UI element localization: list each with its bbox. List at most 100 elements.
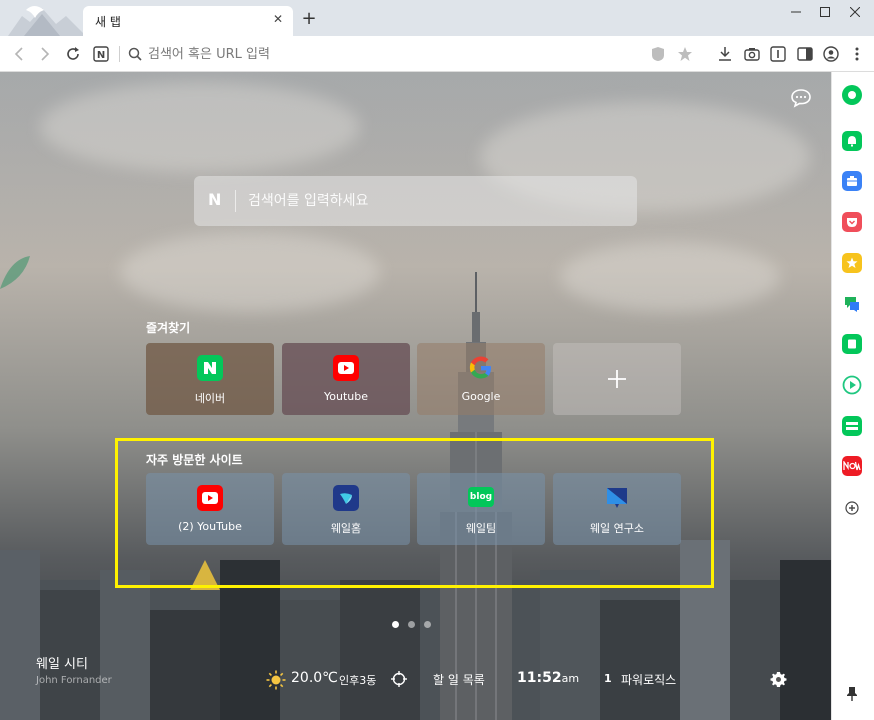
favorite-tile-youtube[interactable]: Youtube [282,343,410,415]
tab-new-tab[interactable]: 새 탭 ✕ [83,6,293,36]
address-toolbar: N [0,36,874,72]
sidebar-item-translate[interactable] [842,294,862,314]
page-dot[interactable] [408,621,415,628]
naver-icon [197,355,223,381]
papago-icon [845,297,859,312]
sidebar-add-button[interactable] [842,498,862,518]
whale-icon [333,485,359,511]
svg-text:N: N [97,50,105,61]
sidebar-item-favorites[interactable] [842,253,862,273]
frequent-tile-whale-home[interactable]: 웨일홈 [282,473,410,545]
favorite-tile-google[interactable]: Google [417,343,545,415]
stock-name[interactable]: 파워로직스 [621,671,676,688]
now-icon [843,461,861,471]
photo-author: John Fornander [36,675,112,686]
youtube-icon [333,355,359,381]
circle-icon [848,91,856,99]
maximize-button[interactable] [812,4,838,22]
capture-button[interactable] [741,43,763,65]
minimize-icon [791,11,801,13]
search-input[interactable] [248,189,618,213]
split-view-icon [797,47,813,61]
favorites-title: 즐겨찾기 [146,321,191,335]
blog-icon: blog [468,487,494,507]
frequent-tile-whale-lab[interactable]: 웨일 연구소 [553,473,681,545]
sidebar-item-notifications[interactable] [842,131,862,151]
chat-bubble-icon[interactable] [790,88,812,108]
google-icon [468,355,494,381]
download-icon [719,47,731,61]
pin-icon [847,687,857,701]
forward-button[interactable] [34,43,56,65]
memo-icon [848,339,856,349]
naver-button[interactable]: N [90,43,112,65]
youtube-icon [197,485,223,511]
todo-list-button[interactable]: 할 일 목록 [433,671,485,688]
profile-button[interactable] [820,43,842,65]
profile-icon [823,46,839,62]
new-tab-button[interactable]: + [298,8,320,30]
close-window-button[interactable] [842,4,868,22]
favorite-tile-naver[interactable]: 네이버 [146,343,274,415]
camera-icon [744,48,760,61]
reader-mode-icon [770,46,786,62]
background-cloud [560,242,780,312]
naver-logo-icon: N [208,190,222,209]
frequent-tile-whale-team[interactable]: blog 웨일팀 [417,473,545,545]
whale-logo-icon [8,6,86,36]
search-divider [235,190,236,212]
gear-icon[interactable] [770,671,787,688]
sidebar-pin-button[interactable] [842,684,862,704]
toolbar-divider [119,46,120,62]
star-icon [678,47,692,61]
minimize-button[interactable] [783,4,809,22]
shield-button[interactable] [647,43,669,65]
weather-location[interactable]: 인후3동 [339,672,376,688]
reader-button[interactable] [767,43,789,65]
page-dot[interactable] [424,621,431,628]
maximize-icon [820,7,830,17]
back-arrow-icon [14,47,23,61]
frequent-title: 자주 방문한 사이트 [146,453,243,467]
location-target-icon[interactable] [391,671,407,687]
sidebar-toggle-button[interactable] [794,43,816,65]
tile-label: 네이버 [194,392,226,405]
tile-label: 웨일 연구소 [589,522,645,535]
sun-icon [266,670,286,690]
sidebar-item-webtoon[interactable] [842,416,862,436]
sidebar-item-player[interactable] [842,375,862,395]
tile-label: Youtube [324,390,368,403]
download-button[interactable] [714,43,736,65]
tile-label: 웨일팀 [465,522,497,535]
new-tab-page: N 즐겨찾기 네이버 Youtube Google [0,72,831,720]
whale-lab-icon [604,485,630,511]
tab-close-icon[interactable]: ✕ [273,12,283,26]
tile-label: Google [461,390,501,403]
sidebar-item-memo[interactable] [842,334,862,354]
plus-icon [608,370,626,388]
url-input[interactable] [148,44,628,64]
add-favorite-tile[interactable] [553,343,681,415]
menu-button[interactable] [846,43,868,65]
tile-label: (2) YouTube [178,520,242,533]
sidebar-item-calendar[interactable] [842,171,862,191]
naver-search-box[interactable]: N [194,176,637,226]
sidebar-item-green-dot[interactable] [842,85,862,105]
back-button[interactable] [8,43,30,65]
background-city-name: 웨일 시티 [36,657,88,672]
weather-temperature[interactable]: 20.0℃ [291,670,338,686]
forward-arrow-icon [41,47,50,61]
page-dot-active[interactable] [392,621,399,628]
bell-icon [848,136,856,147]
clock-hours: 11:52 [517,670,562,686]
frequent-tile-youtube[interactable]: (2) YouTube [146,473,274,545]
star-icon [846,257,858,268]
reload-icon [67,47,79,60]
bookmark-button[interactable] [674,43,696,65]
reload-button[interactable] [62,43,84,65]
sidebar-item-now[interactable] [842,456,862,476]
right-sidebar [831,72,874,720]
plus-circle-icon [845,501,859,515]
shield-icon [652,47,664,61]
sidebar-item-pocket[interactable] [842,212,862,232]
